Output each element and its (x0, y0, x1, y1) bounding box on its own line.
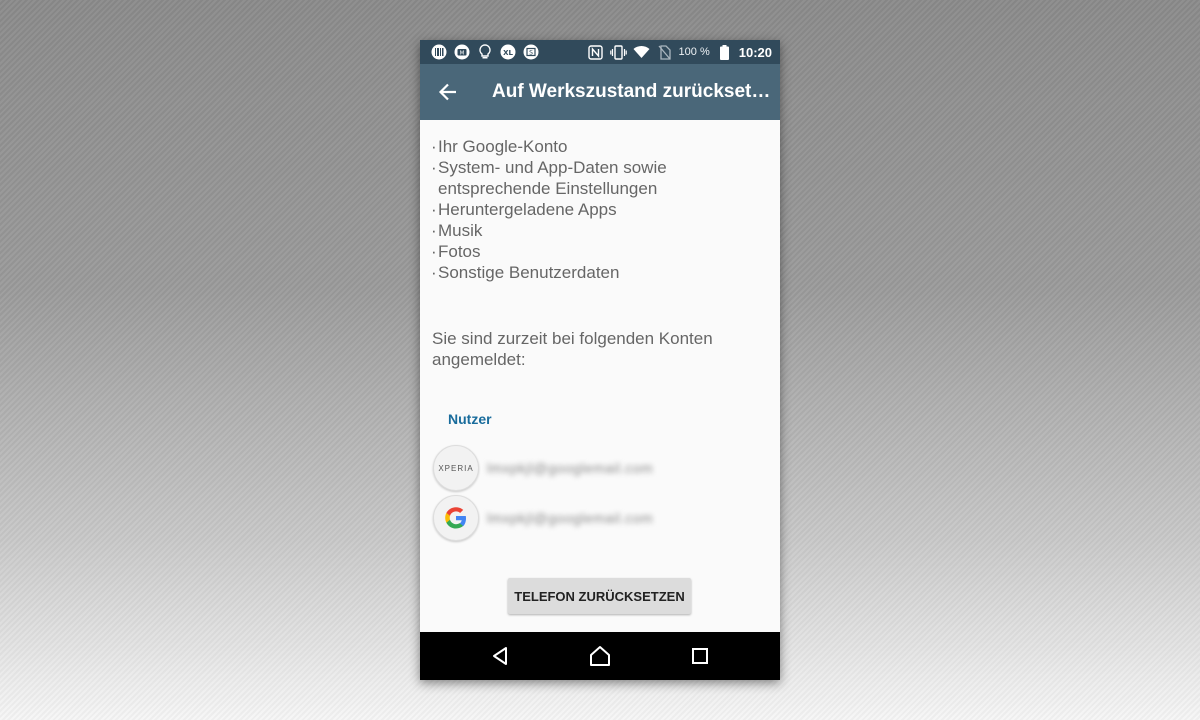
page-title: Auf Werkszustand zurücksetz... (492, 81, 774, 102)
battery-percentage: 100 % (678, 46, 710, 58)
back-button[interactable] (434, 78, 462, 106)
triangle-back-icon (493, 647, 507, 665)
arrow-back-icon (438, 83, 456, 101)
erase-items-list: Ihr Google-Konto System- und App-Daten s… (431, 136, 771, 283)
nav-back-button[interactable] (488, 644, 512, 668)
list-item: Heruntergeladene Apps (431, 199, 771, 220)
lightbulb-icon (476, 43, 493, 60)
list-item: Sonstige Benutzerdaten (431, 262, 771, 283)
google-g-icon (445, 507, 466, 529)
notification-icons: M XL S (430, 43, 539, 60)
app-bar: Auf Werkszustand zurücksetz... (420, 64, 780, 120)
list-item: Fotos (431, 241, 771, 262)
barcode-app-icon (430, 43, 447, 60)
account-row-google[interactable]: lmxpkjl@googlemail.com (433, 495, 763, 541)
list-item: Musik (431, 220, 771, 241)
navigation-bar (420, 632, 780, 680)
account-email: lmxpkjl@googlemail.com (487, 510, 654, 526)
xl-app-icon: XL (499, 43, 516, 60)
svg-text:XL: XL (503, 49, 513, 57)
svg-text:M: M (459, 50, 464, 56)
vibrate-icon (609, 44, 627, 61)
google-logo-icon (433, 495, 479, 541)
home-icon (590, 646, 610, 666)
account-email: lmxpkjl@googlemail.com (487, 460, 654, 476)
list-item: Ihr Google-Konto (431, 136, 771, 157)
battery-icon (716, 44, 733, 61)
account-row-xperia[interactable]: XPERIA lmxpkjl@googlemail.com (433, 445, 763, 491)
nfc-icon (587, 44, 604, 61)
xperia-logo-icon: XPERIA (433, 445, 479, 491)
phone-screen: M XL S 100 % 10:20 Auf Werkszustand zurü… (420, 40, 780, 680)
accounts-intro-text: Sie sind zurzeit bei folgenden Konten an… (432, 329, 713, 369)
s-app-icon: S (522, 43, 539, 60)
status-bar: M XL S 100 % 10:20 (420, 40, 780, 64)
square-recents-icon (692, 648, 708, 664)
list-item: System- und App-Daten sowie entsprechend… (431, 157, 771, 199)
accounts-section-header: Nutzer (448, 411, 492, 427)
main-content: Ihr Google-Konto System- und App-Daten s… (420, 120, 780, 632)
reset-phone-button[interactable]: TELEFON ZURÜCKSETZEN (508, 578, 691, 614)
system-status: 100 % 10:20 (587, 40, 772, 64)
nav-home-button[interactable] (588, 644, 612, 668)
no-sim-icon (656, 44, 673, 61)
m-app-icon: M (453, 43, 470, 60)
clock: 10:20 (738, 44, 772, 60)
nav-recents-button[interactable] (688, 644, 712, 668)
xperia-logo-text: XPERIA (438, 463, 474, 473)
svg-text:S: S (529, 49, 533, 56)
wifi-icon (633, 44, 650, 61)
